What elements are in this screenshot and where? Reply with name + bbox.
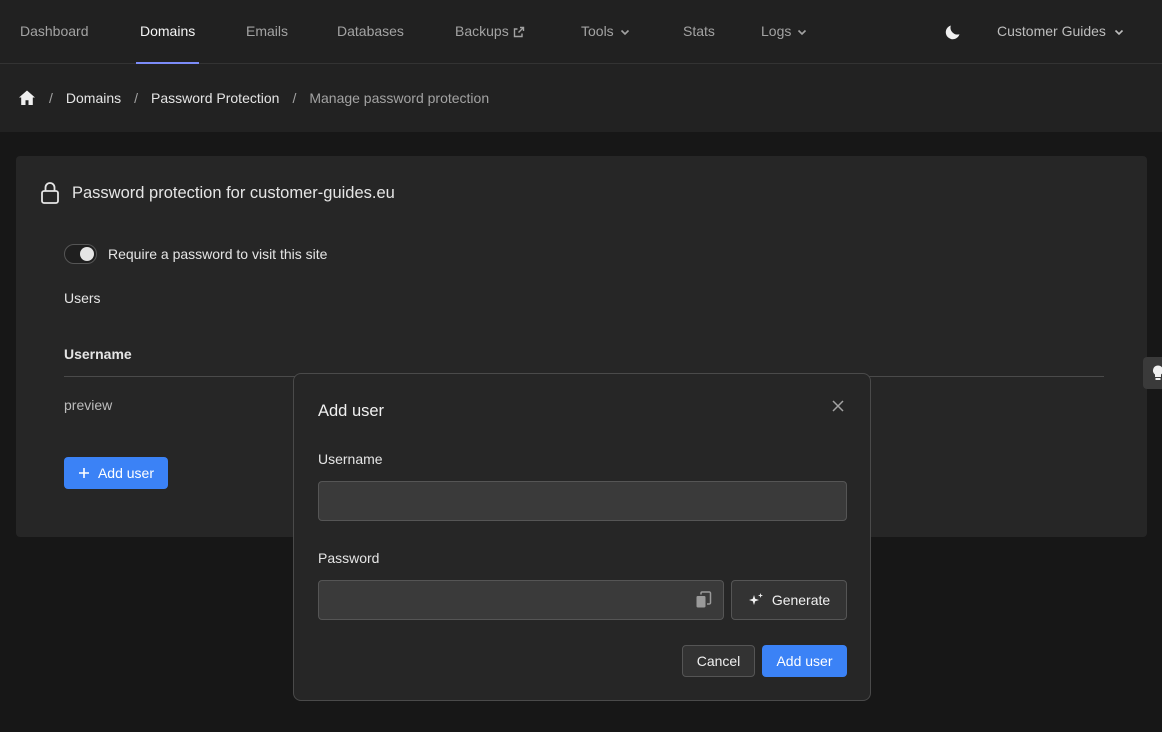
copy-icon[interactable]: [695, 591, 713, 609]
plus-icon: [78, 468, 89, 478]
add-user-button-label: Add user: [97, 465, 155, 481]
home-icon[interactable]: [18, 89, 36, 107]
sparkles-icon: [748, 593, 763, 605]
username-input[interactable]: [318, 481, 847, 521]
card-title: Password protection for customer-guides.…: [40, 181, 395, 205]
submit-add-user-button[interactable]: Add user: [762, 645, 847, 677]
password-label: Password: [318, 550, 380, 566]
cancel-button[interactable]: Cancel: [682, 645, 755, 677]
password-input[interactable]: [318, 580, 724, 620]
top-navigation: Dashboard Domains Emails Databases Backu…: [0, 0, 1162, 64]
table-row: preview: [64, 397, 113, 413]
chevron-down-icon: [798, 30, 807, 36]
chevron-down-icon: [1114, 30, 1124, 36]
generate-password-button[interactable]: Generate: [731, 580, 847, 620]
moon-icon[interactable]: [943, 22, 963, 42]
help-side-tab[interactable]: [1143, 357, 1162, 389]
external-link-icon: [513, 27, 524, 38]
require-password-toggle[interactable]: [64, 244, 97, 264]
close-icon[interactable]: [831, 399, 845, 413]
chevron-down-icon: [620, 30, 629, 36]
generate-button-label: Generate: [771, 592, 831, 608]
breadcrumb-separator: /: [49, 90, 53, 106]
lock-icon: [41, 182, 59, 204]
nav-stats[interactable]: Stats: [683, 0, 715, 63]
username-label: Username: [318, 451, 383, 467]
add-user-button[interactable]: Add user: [64, 457, 168, 489]
nav-logs-label: Logs: [761, 23, 792, 39]
lightbulb-icon: [1153, 365, 1162, 380]
nav-databases[interactable]: Databases: [337, 0, 404, 63]
users-section-label: Users: [64, 290, 101, 306]
nav-backups-label: Backups: [455, 23, 509, 39]
account-name: Customer Guides: [997, 23, 1106, 39]
breadcrumb: / Domains / Password Protection / Manage…: [18, 88, 489, 108]
add-user-modal: Add user Username Password Generate Canc…: [293, 373, 871, 701]
nav-backups[interactable]: Backups: [455, 0, 525, 63]
toggle-knob: [80, 247, 94, 261]
breadcrumb-separator: /: [134, 90, 139, 106]
breadcrumb-current: Manage password protection: [309, 90, 490, 106]
table-header-username: Username: [64, 346, 132, 362]
card-title-text: Password protection for customer-guides.…: [72, 183, 395, 202]
nav-emails[interactable]: Emails: [246, 0, 288, 63]
nav-dashboard[interactable]: Dashboard: [20, 0, 89, 63]
require-password-label: Require a password to visit this site: [108, 246, 328, 262]
account-menu[interactable]: Customer Guides: [997, 0, 1126, 63]
modal-title: Add user: [318, 402, 385, 420]
nav-logs[interactable]: Logs: [761, 0, 809, 63]
nav-tools-label: Tools: [581, 23, 614, 39]
nav-domains[interactable]: Domains: [135, 0, 200, 64]
nav-tools[interactable]: Tools: [581, 0, 632, 63]
breadcrumb-domains[interactable]: Domains: [66, 90, 121, 106]
breadcrumb-bar: / Domains / Password Protection / Manage…: [0, 64, 1162, 132]
breadcrumb-password-protection[interactable]: Password Protection: [151, 90, 279, 106]
breadcrumb-separator: /: [292, 90, 297, 106]
